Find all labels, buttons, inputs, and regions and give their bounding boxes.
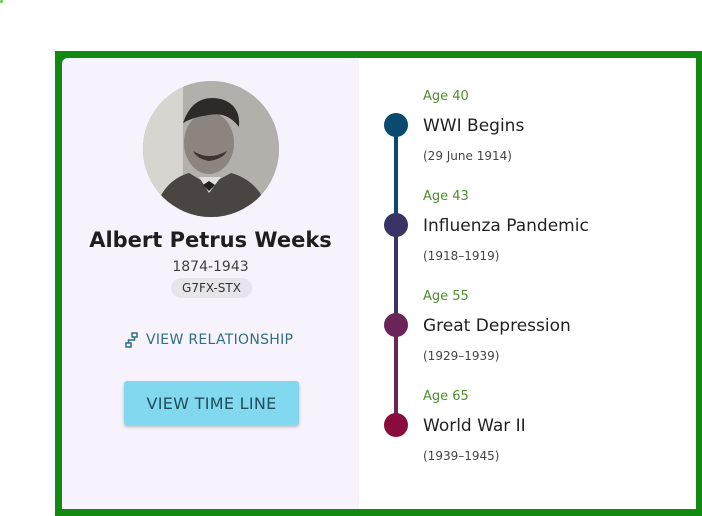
avatar [143,81,279,217]
event-age: Age 55 [423,289,469,304]
event-date: (1939–1945) [423,449,500,463]
event-title: WWI Begins [423,116,525,136]
event-age: Age 43 [423,189,469,204]
person-card: Albert Petrus Weeks 1874-1943 G7FX-STX V… [62,58,696,509]
event-date: (1918–1919) [423,249,500,263]
event-date: (29 June 1914) [423,149,512,163]
event-age: Age 65 [423,389,469,404]
person-id-chip[interactable]: G7FX-STX [171,278,252,298]
person-name: Albert Petrus Weeks [89,228,332,252]
timeline-dot [384,213,408,237]
event-title: World War II [423,416,526,436]
view-timeline-label: VIEW TIME LINE [146,393,277,413]
timeline-dot [384,413,408,437]
event-title: Great Depression [423,316,571,336]
event-title: Influenza Pandemic [423,216,589,236]
event-age: Age 40 [423,89,469,104]
life-years: 1874-1943 [172,259,249,275]
timeline-dot [384,113,408,137]
relationship-tree-icon [125,332,138,348]
timeline-dot [384,313,408,337]
event-date: (1929–1939) [423,349,500,363]
view-relationship-label: VIEW RELATIONSHIP [146,332,294,348]
corner-dot [0,0,3,3]
profile-panel: Albert Petrus Weeks 1874-1943 G7FX-STX V… [62,58,359,509]
view-relationship-link[interactable]: VIEW RELATIONSHIP [125,329,293,351]
person-id: G7FX-STX [182,281,241,295]
view-timeline-button[interactable]: VIEW TIME LINE [124,381,299,425]
timeline: Age 40 WWI Begins (29 June 1914) Age 43 … [359,58,696,509]
